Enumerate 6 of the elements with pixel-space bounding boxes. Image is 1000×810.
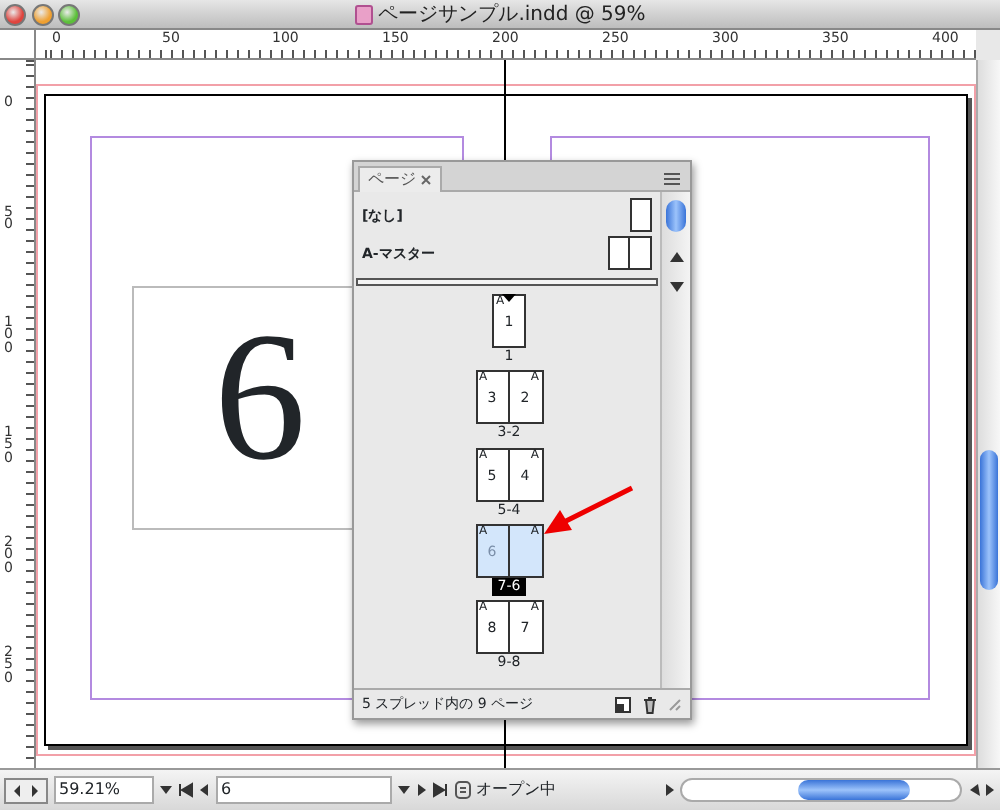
frame-text: 6: [214, 294, 306, 498]
window-title: ページサンプル.indd @ 59%: [378, 1, 646, 29]
panel-tab[interactable]: ページ: [358, 166, 443, 192]
zoom-field[interactable]: 59.21%: [53, 776, 153, 804]
status-text: オープン中: [475, 778, 558, 802]
page-field[interactable]: 6: [215, 776, 391, 804]
